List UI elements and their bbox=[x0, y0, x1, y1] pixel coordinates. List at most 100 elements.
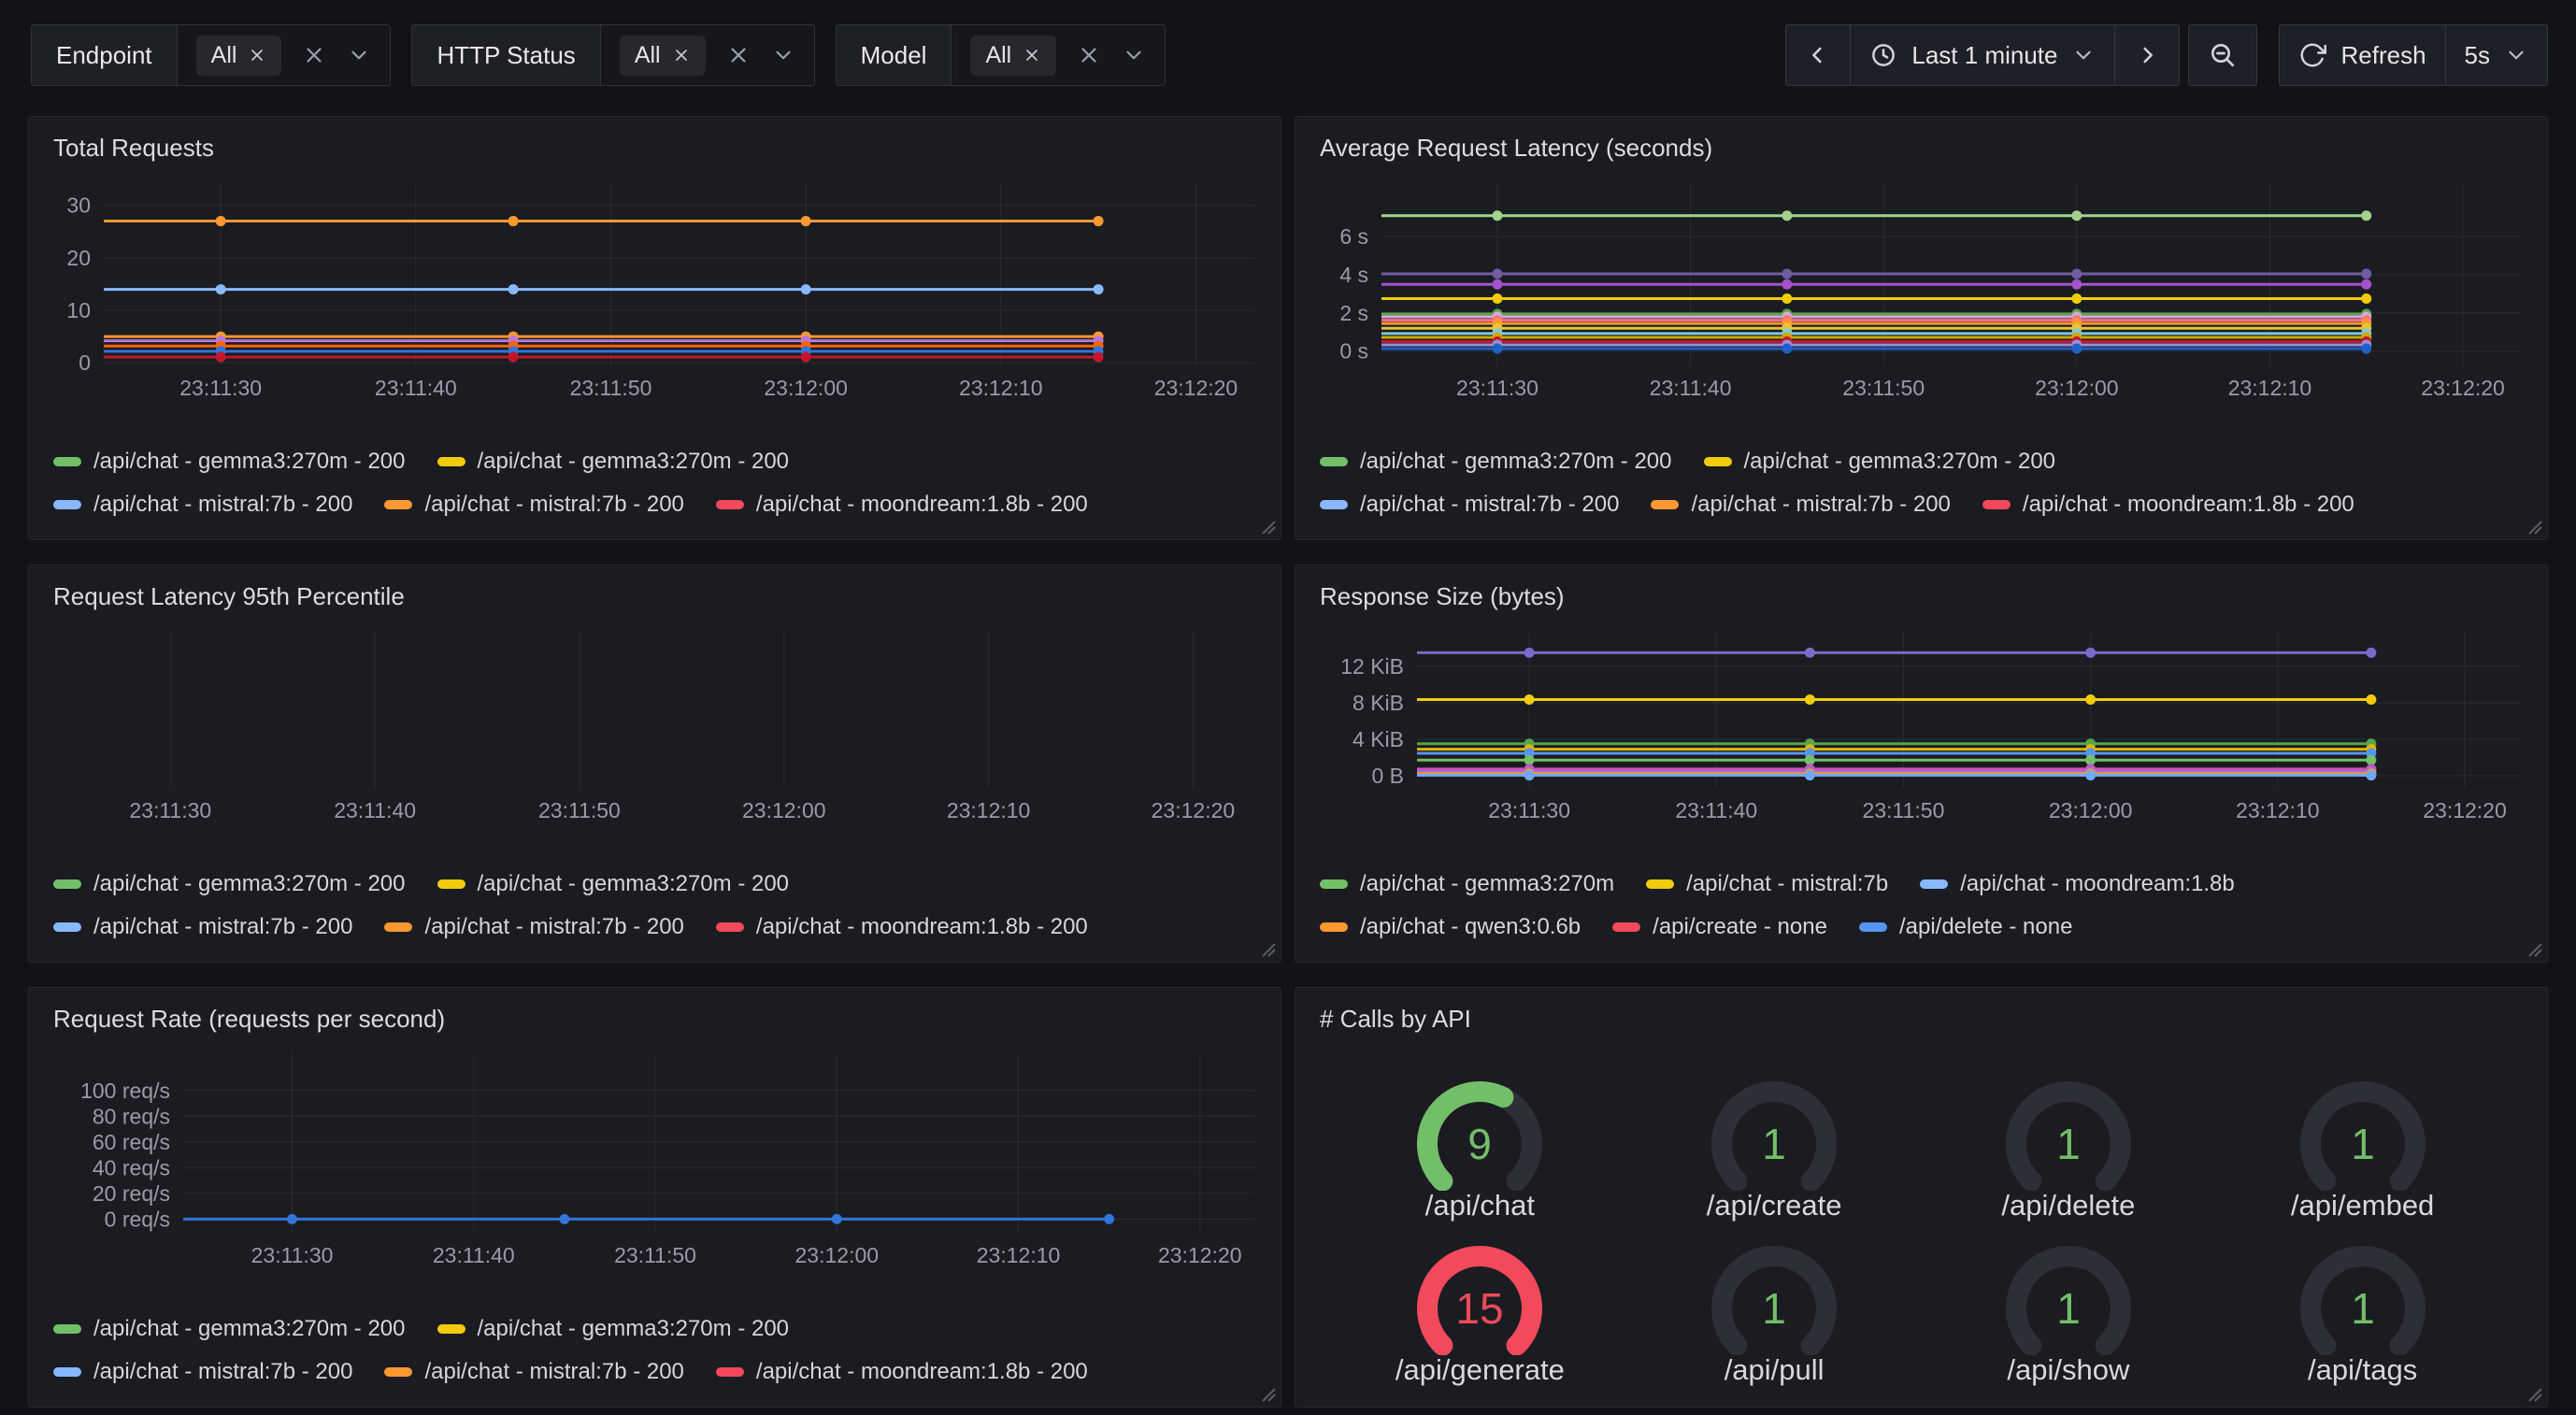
data-point[interactable] bbox=[1524, 770, 1535, 780]
data-point[interactable] bbox=[2366, 770, 2376, 780]
data-point[interactable] bbox=[2361, 293, 2371, 304]
data-point[interactable] bbox=[508, 284, 519, 294]
legend-item[interactable]: /api/chat - mistral:7b - 200 bbox=[384, 492, 683, 518]
data-point[interactable] bbox=[2361, 344, 2371, 354]
data-point[interactable] bbox=[832, 1214, 842, 1224]
data-point[interactable] bbox=[1805, 694, 1815, 705]
legend-item[interactable]: /api/chat - gemma3:270m - 200 bbox=[53, 871, 406, 897]
clear-selection-icon[interactable] bbox=[1077, 43, 1101, 67]
filter-chip[interactable]: All bbox=[970, 36, 1056, 76]
resize-handle-icon[interactable] bbox=[2526, 1385, 2542, 1402]
data-point[interactable] bbox=[1492, 269, 1502, 279]
data-point[interactable] bbox=[2071, 269, 2082, 279]
legend-item[interactable]: /api/chat - mistral:7b - 200 bbox=[384, 1359, 683, 1385]
chip-remove-icon[interactable] bbox=[672, 46, 691, 64]
resize-handle-icon[interactable] bbox=[2526, 940, 2542, 957]
legend-item[interactable]: /api/chat - gemma3:270m - 200 bbox=[53, 449, 406, 475]
data-point[interactable] bbox=[1782, 269, 1792, 279]
legend-item[interactable]: /api/create - none bbox=[1612, 914, 1827, 940]
legend-item[interactable]: /api/chat - gemma3:270m bbox=[1320, 871, 1614, 897]
legend-item[interactable]: /api/chat - mistral:7b - 200 bbox=[53, 492, 352, 518]
gauge-api-pull[interactable]: 1/api/pull bbox=[1685, 1232, 1863, 1387]
data-point[interactable] bbox=[2071, 344, 2082, 354]
filter-value-select[interactable]: All bbox=[952, 25, 1165, 85]
legend-item[interactable]: /api/chat - moondream:1.8b - 200 bbox=[716, 492, 1088, 518]
legend-item[interactable]: /api/chat - moondream:1.8b - 200 bbox=[716, 1359, 1088, 1385]
legend-item[interactable]: /api/chat - mistral:7b - 200 bbox=[53, 1359, 352, 1385]
gauge-api-show[interactable]: 1/api/show bbox=[1980, 1232, 2157, 1387]
data-point[interactable] bbox=[1094, 352, 1104, 363]
data-point[interactable] bbox=[216, 352, 226, 363]
resize-handle-icon[interactable] bbox=[1259, 518, 1276, 535]
data-point[interactable] bbox=[508, 352, 519, 363]
data-point[interactable] bbox=[2085, 694, 2096, 705]
refresh-button[interactable]: Refresh bbox=[2280, 25, 2444, 85]
time-range-picker[interactable]: Last 1 minute bbox=[1850, 25, 2114, 85]
legend-item[interactable]: /api/chat - gemma3:270m - 200 bbox=[1320, 449, 1672, 475]
data-point[interactable] bbox=[1782, 344, 1792, 354]
data-point[interactable] bbox=[1492, 293, 1502, 304]
legend-item[interactable]: /api/chat - mistral:7b - 200 bbox=[1320, 492, 1619, 518]
data-point[interactable] bbox=[1492, 279, 1502, 290]
filter-value-select[interactable]: All bbox=[178, 25, 391, 85]
data-point[interactable] bbox=[508, 216, 519, 226]
resize-handle-icon[interactable] bbox=[1259, 940, 1276, 957]
legend-item[interactable]: /api/chat - mistral:7b bbox=[1646, 871, 1888, 897]
legend-item[interactable]: /api/delete - none bbox=[1859, 914, 2072, 940]
legend-item[interactable]: /api/chat - gemma3:270m - 200 bbox=[1704, 449, 2056, 475]
time-shift-forward-button[interactable] bbox=[2114, 25, 2179, 85]
legend-item[interactable]: /api/chat - qwen3:0.6b bbox=[1320, 914, 1581, 940]
data-point[interactable] bbox=[2071, 279, 2082, 290]
data-point[interactable] bbox=[1805, 770, 1815, 780]
data-point[interactable] bbox=[1782, 279, 1792, 290]
chip-remove-icon[interactable] bbox=[1023, 46, 1041, 64]
data-point[interactable] bbox=[2366, 648, 2376, 658]
filter-chip[interactable]: All bbox=[196, 36, 282, 76]
data-point[interactable] bbox=[1524, 755, 1535, 765]
gauge-api-chat[interactable]: 9/api/chat bbox=[1391, 1067, 1568, 1222]
data-point[interactable] bbox=[2071, 210, 2082, 221]
chevron-down-icon[interactable] bbox=[1122, 43, 1146, 67]
chip-remove-icon[interactable] bbox=[248, 46, 266, 64]
data-point[interactable] bbox=[287, 1214, 297, 1224]
legend-item[interactable]: /api/chat - mistral:7b - 200 bbox=[53, 914, 352, 940]
filter-chip[interactable]: All bbox=[620, 36, 706, 76]
gauge-api-tags[interactable]: 1/api/tags bbox=[2274, 1232, 2452, 1387]
data-point[interactable] bbox=[2361, 269, 2371, 279]
data-point[interactable] bbox=[801, 216, 811, 226]
filter-value-select[interactable]: All bbox=[601, 25, 814, 85]
data-point[interactable] bbox=[801, 352, 811, 363]
legend-item[interactable]: /api/chat - gemma3:270m - 200 bbox=[437, 871, 790, 897]
resize-handle-icon[interactable] bbox=[1259, 1385, 1276, 1402]
data-point[interactable] bbox=[559, 1214, 569, 1224]
data-point[interactable] bbox=[801, 284, 811, 294]
legend-item[interactable]: /api/chat - moondream:1.8b - 200 bbox=[1982, 492, 2354, 518]
data-point[interactable] bbox=[1782, 293, 1792, 304]
data-point[interactable] bbox=[1805, 648, 1815, 658]
legend-item[interactable]: /api/chat - gemma3:270m - 200 bbox=[53, 1316, 406, 1342]
chevron-down-icon[interactable] bbox=[771, 43, 795, 67]
data-point[interactable] bbox=[216, 216, 226, 226]
resize-handle-icon[interactable] bbox=[2526, 518, 2542, 535]
refresh-interval-picker[interactable]: 5s bbox=[2445, 25, 2547, 85]
legend-item[interactable]: /api/chat - mistral:7b - 200 bbox=[1651, 492, 1950, 518]
zoom-out-button[interactable] bbox=[2188, 24, 2257, 86]
data-point[interactable] bbox=[2361, 279, 2371, 290]
data-point[interactable] bbox=[2366, 755, 2376, 765]
gauge-api-create[interactable]: 1/api/create bbox=[1685, 1067, 1863, 1222]
data-point[interactable] bbox=[2085, 755, 2096, 765]
data-point[interactable] bbox=[216, 284, 226, 294]
gauge-api-delete[interactable]: 1/api/delete bbox=[1980, 1067, 2157, 1222]
gauge-api-generate[interactable]: 15/api/generate bbox=[1391, 1232, 1568, 1387]
data-point[interactable] bbox=[2085, 648, 2096, 658]
data-point[interactable] bbox=[2366, 694, 2376, 705]
clear-selection-icon[interactable] bbox=[302, 43, 326, 67]
chevron-down-icon[interactable] bbox=[347, 43, 371, 67]
data-point[interactable] bbox=[2071, 293, 2082, 304]
data-point[interactable] bbox=[1805, 755, 1815, 765]
data-point[interactable] bbox=[2361, 210, 2371, 221]
data-point[interactable] bbox=[1524, 694, 1535, 705]
legend-item[interactable]: /api/chat - moondream:1.8b bbox=[1920, 871, 2235, 897]
gauge-api-embed[interactable]: 1/api/embed bbox=[2274, 1067, 2452, 1222]
time-shift-back-button[interactable] bbox=[1786, 25, 1850, 85]
